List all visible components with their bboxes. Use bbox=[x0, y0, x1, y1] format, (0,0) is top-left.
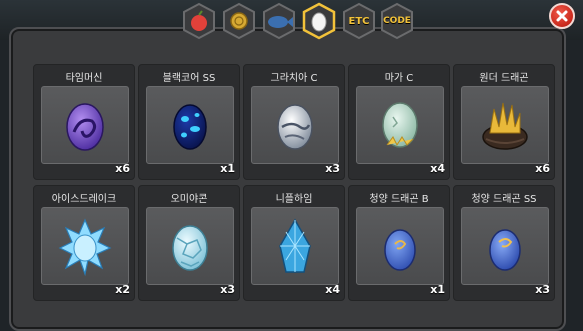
item-card[interactable]: 블랙코어 SS x1 bbox=[138, 64, 240, 180]
item-slot bbox=[356, 207, 444, 285]
item-card[interactable]: 그라치아 C x3 bbox=[243, 64, 345, 180]
item-slot bbox=[146, 86, 234, 164]
item-quantity: x4 bbox=[325, 283, 340, 296]
item-quantity: x1 bbox=[220, 162, 235, 175]
close-icon bbox=[556, 10, 568, 22]
fruit-icon bbox=[191, 10, 207, 31]
item-card[interactable]: 마가 C x4 bbox=[348, 64, 450, 180]
tab-etc[interactable]: ETC bbox=[340, 2, 378, 40]
cheongyang-dragon-ss-egg-icon bbox=[489, 229, 521, 271]
item-card[interactable]: 청양 드래곤 B x1 bbox=[348, 185, 450, 301]
item-card[interactable]: 청양 드래곤 SS x3 bbox=[453, 185, 555, 301]
tab-code[interactable]: CODE bbox=[378, 2, 416, 40]
black-core-egg-icon bbox=[173, 104, 207, 150]
item-name: 타임머신 bbox=[65, 73, 103, 84]
item-card[interactable]: 오미야콘 x3 bbox=[138, 185, 240, 301]
coin-icon bbox=[230, 12, 248, 30]
item-slot bbox=[41, 86, 129, 164]
grazia-egg-icon bbox=[277, 104, 313, 150]
time-machine-egg-icon bbox=[66, 103, 104, 151]
fish-icon bbox=[268, 16, 293, 28]
item-name: 마가 C bbox=[384, 73, 414, 84]
item-slot bbox=[356, 86, 444, 164]
item-quantity: x3 bbox=[535, 283, 550, 296]
cheongyang-dragon-b-egg-icon bbox=[384, 229, 416, 271]
tab-fish[interactable] bbox=[260, 2, 298, 40]
item-name: 청양 드래곤 B bbox=[369, 194, 429, 205]
item-name: 아이스드레이크 bbox=[51, 194, 117, 205]
item-slot bbox=[251, 86, 339, 164]
item-name: 오미야콘 bbox=[170, 194, 208, 205]
item-card[interactable]: 타임머신 x6 bbox=[33, 64, 135, 180]
item-slot bbox=[146, 207, 234, 285]
item-quantity: x1 bbox=[430, 283, 445, 296]
item-quantity: x3 bbox=[325, 162, 340, 175]
tab-code-label: CODE bbox=[383, 16, 411, 26]
item-card[interactable]: 니플하임 x4 bbox=[243, 185, 345, 301]
item-quantity: x6 bbox=[115, 162, 130, 175]
tab-egg[interactable] bbox=[300, 2, 338, 40]
inventory-panel: 타임머신 x6 블랙코어 SS x1 그라치아 C x3 마가 C x4 원더 … bbox=[9, 27, 566, 331]
category-tabs: ETC CODE bbox=[180, 2, 416, 42]
ice-drake-egg-icon bbox=[58, 218, 112, 277]
item-quantity: x6 bbox=[535, 162, 550, 175]
item-quantity: x4 bbox=[430, 162, 445, 175]
item-name: 청양 드래곤 SS bbox=[471, 194, 537, 205]
tab-etc-label: ETC bbox=[348, 15, 370, 27]
item-slot bbox=[41, 207, 129, 285]
niflheim-egg-icon bbox=[279, 218, 311, 273]
item-quantity: x3 bbox=[220, 283, 235, 296]
item-name: 블랙코어 SS bbox=[162, 73, 216, 84]
item-quantity: x2 bbox=[115, 283, 130, 296]
item-name: 니플하임 bbox=[275, 194, 313, 205]
item-name: 그라치아 C bbox=[270, 73, 318, 84]
item-slot bbox=[461, 86, 549, 164]
tab-coin[interactable] bbox=[220, 2, 258, 40]
omiyakon-egg-icon bbox=[172, 225, 208, 271]
maga-egg-icon bbox=[382, 102, 418, 148]
wonder-dragon-egg-icon bbox=[482, 102, 528, 150]
item-slot bbox=[251, 207, 339, 285]
egg-icon bbox=[311, 12, 327, 32]
item-card[interactable]: 아이스드레이크 x2 bbox=[33, 185, 135, 301]
item-slot bbox=[461, 207, 549, 285]
item-name: 원더 드래곤 bbox=[479, 73, 529, 84]
tab-fruit[interactable] bbox=[180, 2, 218, 40]
item-card[interactable]: 원더 드래곤 x6 bbox=[453, 64, 555, 180]
close-button[interactable] bbox=[549, 3, 575, 29]
